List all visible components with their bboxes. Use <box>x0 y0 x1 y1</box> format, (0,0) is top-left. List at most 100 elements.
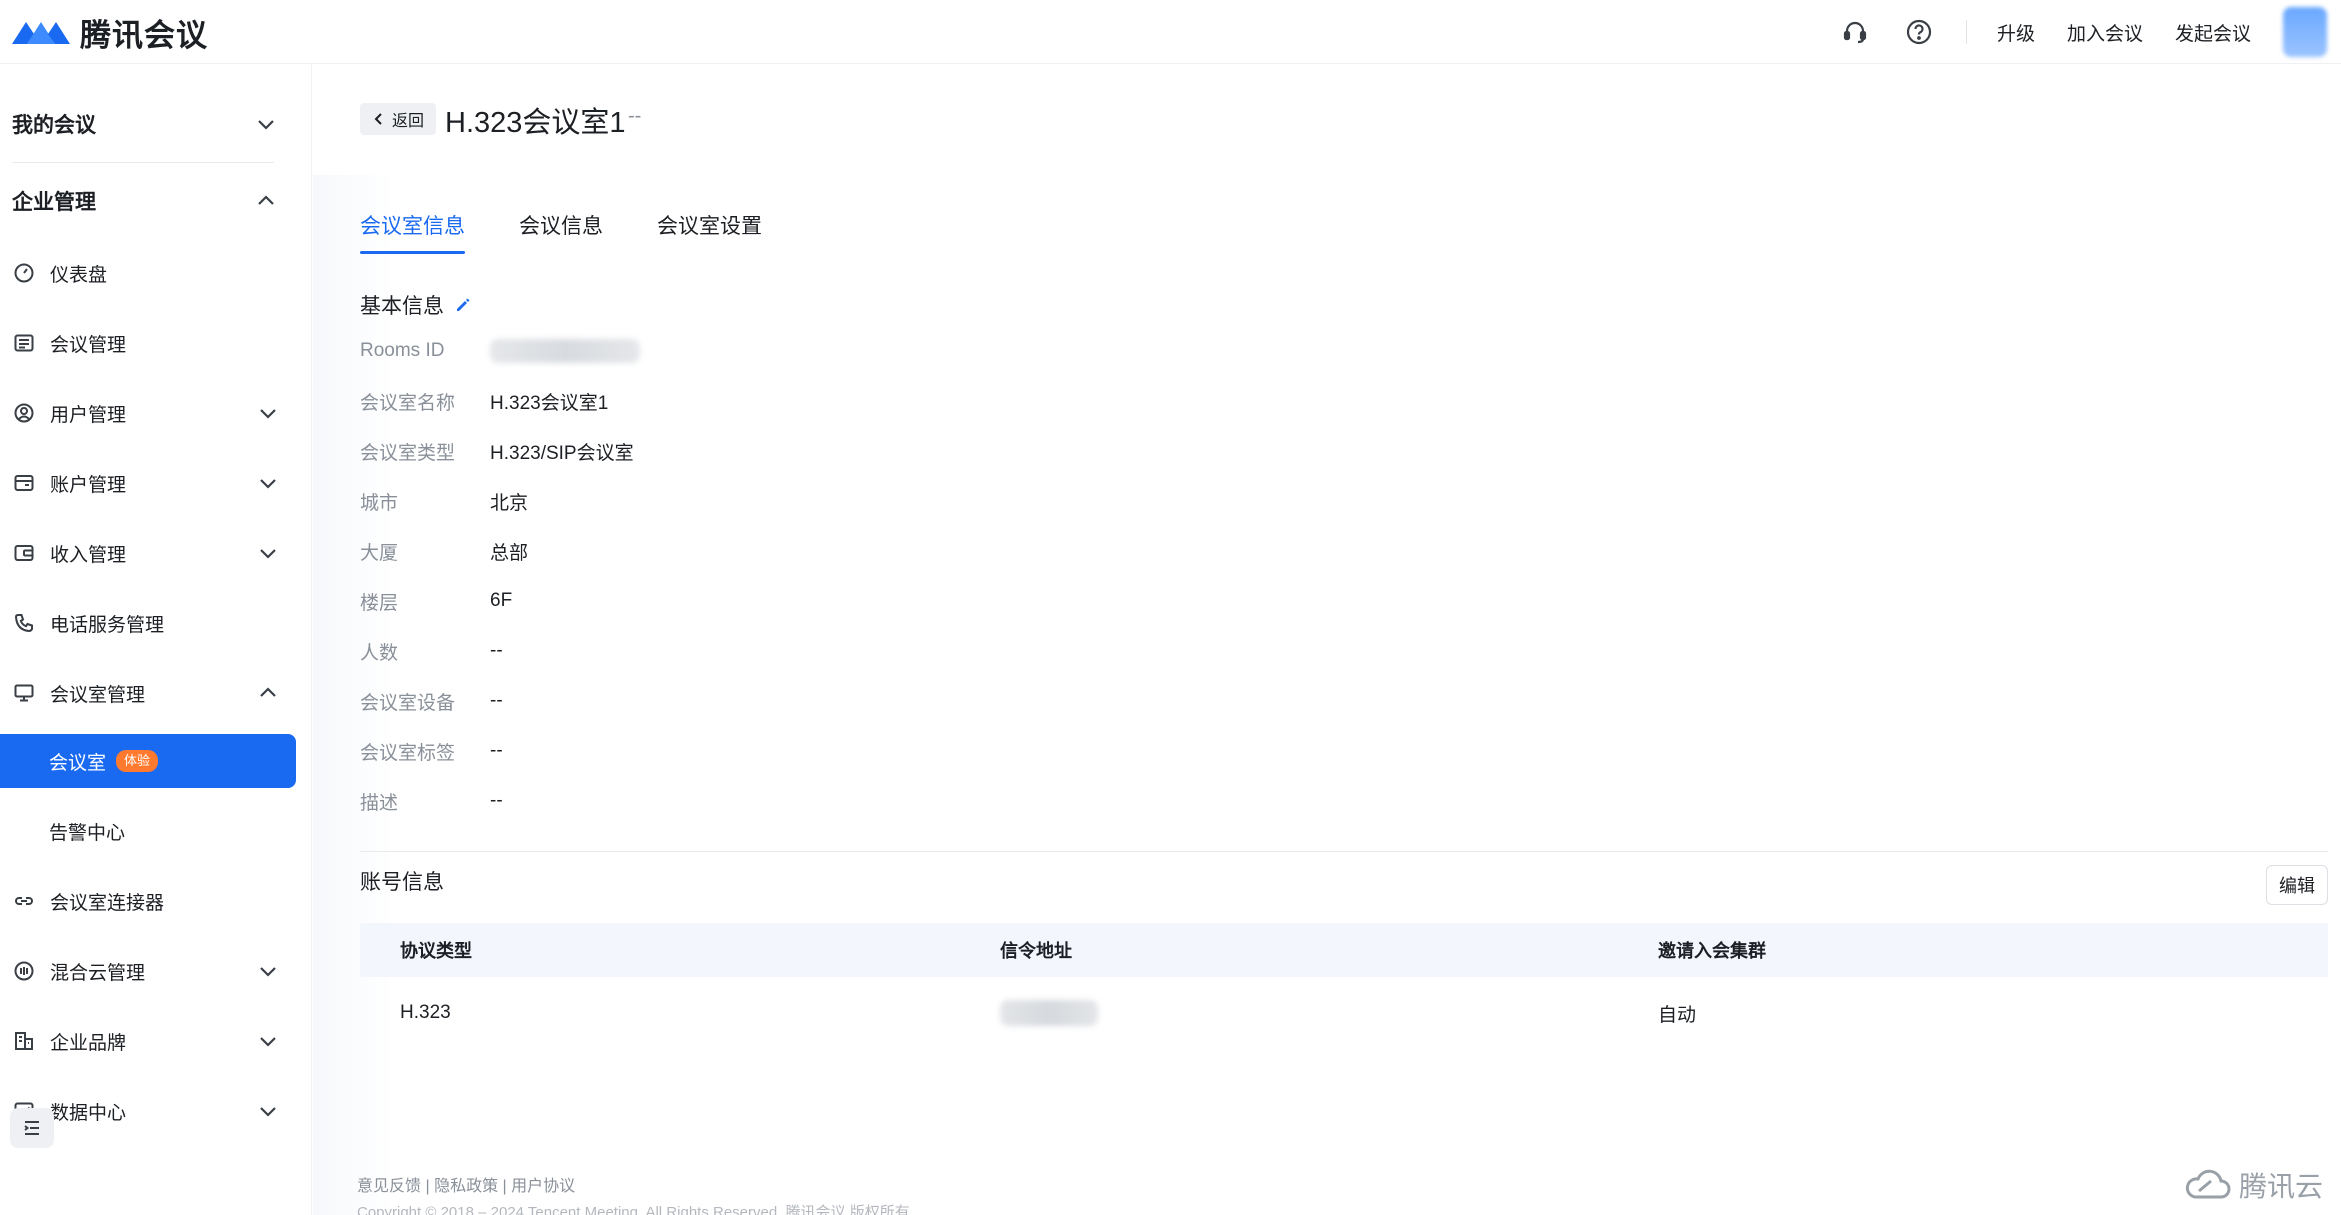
field-label: 人数 <box>360 642 399 664</box>
sidebar-item-alert-center[interactable]: 告警中心 <box>0 804 296 858</box>
chevron-down-icon <box>260 479 276 489</box>
sidebar-item-label: 会议室 <box>49 752 107 774</box>
sidebar-item-enterprise-brand[interactable]: 企业品牌 <box>0 1014 296 1068</box>
sidebar-item-label: 会议室连接器 <box>50 892 165 914</box>
rooms-id-value-redacted <box>490 339 640 363</box>
brand-name: 腾讯云 <box>2239 1171 2324 1202</box>
field-value: -- <box>490 640 503 661</box>
help-icon[interactable] <box>1902 15 1936 49</box>
tencent-meeting-logo-icon <box>12 22 70 44</box>
address-value-redacted <box>1000 1000 1098 1026</box>
feedback-link[interactable]: 意见反馈 <box>357 1178 421 1195</box>
tab-meeting-info[interactable]: 会议信息 <box>519 210 603 258</box>
sidebar-item-rooms[interactable]: 会议室 体验 <box>0 734 296 788</box>
avatar[interactable] <box>2283 7 2327 57</box>
account-info-section-title: 账号信息 <box>360 866 444 896</box>
chevron-up-icon <box>260 687 276 697</box>
trial-badge: 体验 <box>116 750 159 772</box>
start-meeting-link[interactable]: 发起会议 <box>2175 19 2251 46</box>
sidebar-group-enterprise[interactable]: 企业管理 <box>0 171 290 231</box>
user-icon <box>12 401 36 425</box>
field-description: 描述 -- <box>360 786 503 816</box>
footer-separator: | <box>421 1178 435 1195</box>
field-label: 描述 <box>360 792 399 814</box>
field-value: 总部 <box>490 542 529 564</box>
phone-icon <box>12 611 36 635</box>
divider <box>1965 20 1967 44</box>
privacy-link[interactable]: 隐私政策 <box>434 1178 498 1195</box>
join-meeting-link[interactable]: 加入会议 <box>2067 19 2143 46</box>
field-label: 楼层 <box>360 592 399 614</box>
sidebar-item-label: 会议室管理 <box>50 684 146 706</box>
upgrade-link[interactable]: 升级 <box>1997 19 2035 46</box>
field-value: 6F <box>490 590 513 611</box>
chevron-down-icon <box>260 1037 276 1047</box>
sidebar-item-meeting-management[interactable]: 会议管理 <box>0 316 296 370</box>
field-label: 会议室设备 <box>360 692 456 714</box>
sidebar-item-hybrid-cloud[interactable]: 混合云管理 <box>0 944 296 998</box>
footer-copyright: Copyright © 2018 – 2024 Tencent Meeting.… <box>357 1204 910 1215</box>
field-value: 北京 <box>490 492 529 514</box>
sidebar-item-user-management[interactable]: 用户管理 <box>0 386 296 440</box>
cell-signaling-address <box>978 1000 1636 1026</box>
field-floor: 楼层 6F <box>360 586 512 616</box>
field-room-devices: 会议室设备 -- <box>360 686 503 716</box>
chevron-down-icon <box>260 549 276 559</box>
list-icon <box>12 331 36 355</box>
sidebar-item-label: 收入管理 <box>50 544 127 566</box>
basic-info-section-title: 基本信息 <box>360 290 472 320</box>
field-label: 会议室标签 <box>360 742 456 764</box>
sidebar-item-dashboard[interactable]: 仪表盘 <box>0 246 296 300</box>
field-city: 城市 北京 <box>360 486 528 516</box>
edit-button[interactable]: 编辑 <box>2266 865 2328 905</box>
sidebar-item-phone-service[interactable]: 电话服务管理 <box>0 596 296 650</box>
sidebar-divider <box>12 162 274 163</box>
edit-pencil-icon[interactable] <box>454 296 472 314</box>
cloud-shield-icon <box>12 959 36 983</box>
field-building: 大厦 总部 <box>360 536 528 566</box>
sidebar-item-income-management[interactable]: 收入管理 <box>0 526 296 580</box>
section-title-text: 账号信息 <box>360 871 444 894</box>
footer-links: 意见反馈 | 隐私政策 | 用户协议 <box>357 1172 575 1196</box>
tencent-cloud-logo-icon <box>2185 1169 2231 1199</box>
sidebar-item-room-management[interactable]: 会议室管理 <box>0 666 296 720</box>
main-content: 返回 H.323会议室1 -- 会议室信息 会议信息 会议室设置 基本信息 Ro… <box>313 65 2341 1215</box>
support-icon[interactable] <box>1838 15 1872 49</box>
sidebar-item-label: 账户管理 <box>50 474 127 496</box>
menu-collapse-icon <box>24 1121 39 1135</box>
sidebar-item-label: 告警中心 <box>49 822 126 844</box>
wallet-icon <box>12 471 36 495</box>
sidebar-item-label: 数据中心 <box>50 1102 127 1124</box>
sidebar-item-room-connector[interactable]: 会议室连接器 <box>0 874 296 928</box>
field-label: 会议室名称 <box>360 392 456 414</box>
sidebar-item-label: 企业品牌 <box>50 1032 127 1054</box>
sidebar-group-label: 企业管理 <box>12 191 96 214</box>
sidebar-item-label: 会议管理 <box>50 334 127 356</box>
back-button-label: 返回 <box>392 113 425 130</box>
table-header: 协议类型 信令地址 邀请入会集群 <box>360 923 2328 977</box>
sidebar-collapse-button[interactable] <box>10 1108 54 1148</box>
field-room-type: 会议室类型 H.323/SIP会议室 <box>360 436 634 466</box>
sidebar: 我的会议 企业管理 仪表盘 会议管理 用户管理 账户管理 收入管理 电话服务管理 <box>0 64 312 1215</box>
sidebar-group-my-meetings[interactable]: 我的会议 <box>0 94 290 154</box>
chevron-down-icon <box>260 967 276 977</box>
sidebar-item-label: 电话服务管理 <box>50 614 165 636</box>
app-logo[interactable]: 腾讯会议 <box>10 10 208 54</box>
tab-room-settings[interactable]: 会议室设置 <box>657 210 762 258</box>
field-rooms-id: Rooms ID <box>360 336 640 366</box>
agreement-link[interactable]: 用户协议 <box>511 1178 575 1195</box>
sidebar-item-account-management[interactable]: 账户管理 <box>0 456 296 510</box>
chevron-down-icon <box>260 1107 276 1117</box>
field-capacity: 人数 -- <box>360 636 503 666</box>
tab-room-info[interactable]: 会议室信息 <box>360 210 465 258</box>
back-button[interactable]: 返回 <box>360 103 437 135</box>
column-header-cluster: 邀请入会集群 <box>1658 941 1766 961</box>
sidebar-item-label: 仪表盘 <box>50 264 108 286</box>
field-label: 会议室类型 <box>360 442 456 464</box>
chevron-down-icon <box>260 409 276 419</box>
link-icon <box>12 889 36 913</box>
dashboard-icon <box>12 261 36 285</box>
field-value: -- <box>490 790 503 811</box>
building-icon <box>12 1029 36 1053</box>
field-value: H.323/SIP会议室 <box>490 442 634 464</box>
